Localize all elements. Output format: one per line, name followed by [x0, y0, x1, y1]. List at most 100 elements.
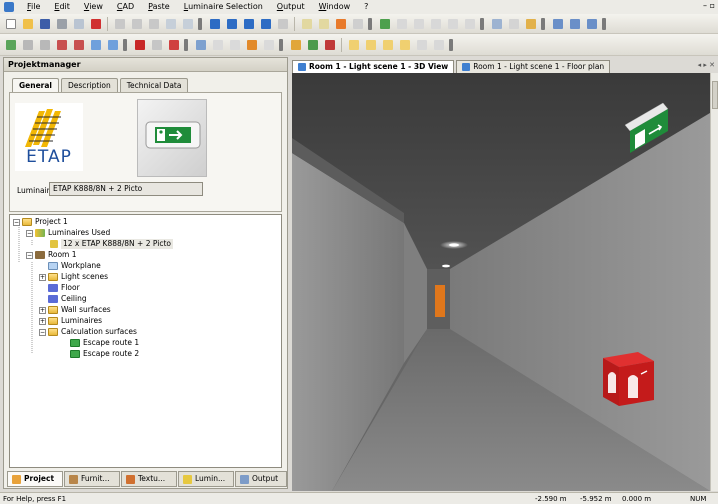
toolbar-grip[interactable]: [279, 38, 283, 51]
magnet-icon[interactable]: [132, 37, 147, 52]
pan-icon[interactable]: [462, 16, 477, 31]
surface-5-icon[interactable]: [414, 37, 429, 52]
tab-project[interactable]: Project: [7, 471, 63, 487]
tab-general[interactable]: General: [12, 78, 59, 92]
expand-icon[interactable]: +: [39, 306, 46, 314]
calc-start-icon[interactable]: [333, 16, 348, 31]
ruler-icon[interactable]: [394, 16, 409, 31]
view-top-icon[interactable]: [71, 37, 86, 52]
view-tab-navigation[interactable]: ◂ ▸ ✕: [698, 61, 715, 69]
tree-item-room[interactable]: − Room 1: [26, 250, 77, 260]
tree-item-luminaires[interactable]: + Luminaires: [39, 316, 102, 326]
import-dwg-icon[interactable]: [275, 16, 290, 31]
open-folder-icon[interactable]: [20, 16, 35, 31]
guide-icon[interactable]: [377, 16, 392, 31]
surface-4-icon[interactable]: [397, 37, 412, 52]
expand-icon[interactable]: +: [39, 317, 46, 325]
undo-icon[interactable]: [163, 16, 178, 31]
paint-icon[interactable]: [288, 37, 303, 52]
menu-view[interactable]: View: [77, 0, 110, 14]
toolbar-grip[interactable]: [602, 17, 606, 30]
tree-item-light-scenes[interactable]: + Light scenes: [39, 272, 108, 282]
view-scrollbar[interactable]: [710, 73, 718, 491]
snap-icon[interactable]: [149, 37, 164, 52]
tree-item-ceiling[interactable]: Ceiling: [48, 294, 87, 304]
menu-window[interactable]: Window: [312, 0, 358, 14]
redo-icon[interactable]: [180, 16, 195, 31]
pdf-icon[interactable]: [88, 16, 103, 31]
menu-paste[interactable]: Paste: [141, 0, 177, 14]
room-icon[interactable]: [207, 16, 222, 31]
collapse-icon[interactable]: −: [26, 251, 33, 259]
fly-icon[interactable]: [261, 37, 276, 52]
menu-edit[interactable]: Edit: [47, 0, 77, 14]
print-preview-icon[interactable]: [71, 16, 86, 31]
zoom-window-icon[interactable]: [411, 16, 426, 31]
collapse-icon[interactable]: −: [39, 328, 46, 336]
surface-2-icon[interactable]: [363, 37, 378, 52]
pencil-icon[interactable]: [523, 16, 538, 31]
tree-item-escape-route-2[interactable]: Escape route 2: [70, 349, 139, 359]
copy-icon[interactable]: [129, 16, 144, 31]
window-minimize-icon[interactable]: – ▫: [703, 1, 715, 10]
tree-item-calculation-surfaces[interactable]: − Calculation surfaces: [39, 327, 137, 337]
brush-icon[interactable]: [305, 37, 320, 52]
tree-item-wall-surfaces[interactable]: + Wall surfaces: [39, 305, 111, 315]
tree-item-floor[interactable]: Floor: [48, 283, 80, 293]
toolbar-grip[interactable]: [198, 17, 202, 30]
exterior-icon[interactable]: [241, 16, 256, 31]
save-icon[interactable]: [37, 16, 52, 31]
toolbar-grip[interactable]: [541, 17, 545, 30]
grid-icon[interactable]: [489, 16, 504, 31]
tree-item-escape-route-1[interactable]: Escape route 1: [70, 338, 139, 348]
tree-item-luminaires-used[interactable]: − Luminaires Used: [26, 228, 110, 238]
l-room-icon[interactable]: [224, 16, 239, 31]
zoom-in-icon[interactable]: [428, 16, 443, 31]
triangle-icon[interactable]: [322, 37, 337, 52]
menu-luminaire-selection[interactable]: Luminaire Selection: [177, 0, 270, 14]
menu-cad[interactable]: CAD: [110, 0, 141, 14]
app-icon[interactable]: [4, 2, 14, 12]
luminaire-field-icon[interactable]: [316, 16, 331, 31]
scrollbar-thumb[interactable]: [712, 81, 718, 109]
3d-view-canvas[interactable]: [292, 73, 710, 491]
tab-luminaires[interactable]: Lumin...: [178, 471, 234, 487]
street-icon[interactable]: [258, 16, 273, 31]
surface-1-icon[interactable]: [346, 37, 361, 52]
collapse-icon[interactable]: −: [13, 218, 20, 226]
luminaire-field[interactable]: ETAP K888/8N + 2 Picto: [49, 182, 203, 196]
tab-3d-view[interactable]: Room 1 - Light scene 1 - 3D View: [292, 60, 455, 73]
tab-floor-plan[interactable]: Room 1 - Light scene 1 - Floor plan: [456, 60, 611, 73]
render-icon[interactable]: [166, 37, 181, 52]
surface-3-icon[interactable]: [380, 37, 395, 52]
view-3d-icon[interactable]: [54, 37, 69, 52]
menu-file[interactable]: File: [20, 0, 47, 14]
walk-icon[interactable]: [244, 37, 259, 52]
new-document-icon[interactable]: [3, 16, 18, 31]
tile-windows-icon[interactable]: [550, 16, 565, 31]
menu-help[interactable]: ?: [357, 0, 375, 14]
toolbar-grip[interactable]: [184, 38, 188, 51]
columns-icon[interactable]: [584, 16, 599, 31]
arrow-icon[interactable]: [37, 37, 52, 52]
help-cursor-icon[interactable]: [506, 16, 521, 31]
tab-technical-data[interactable]: Technical Data: [119, 78, 189, 92]
toolbar-grip[interactable]: [368, 17, 372, 30]
cut-icon[interactable]: [112, 16, 127, 31]
camera-icon[interactable]: [193, 37, 208, 52]
project-tree[interactable]: − Project 1 − Luminaires Used 12 x ETAP …: [9, 214, 282, 468]
toolbar-grip[interactable]: [123, 38, 127, 51]
toolbar-grip[interactable]: [449, 38, 453, 51]
list-icon[interactable]: [567, 16, 582, 31]
view-side-icon[interactable]: [105, 37, 120, 52]
collapse-icon[interactable]: −: [26, 229, 33, 237]
search-icon[interactable]: [210, 37, 225, 52]
calc-stop-icon[interactable]: [350, 16, 365, 31]
print-icon[interactable]: [54, 16, 69, 31]
zoom-out-icon[interactable]: [445, 16, 460, 31]
orbit-icon[interactable]: [227, 37, 242, 52]
view-front-icon[interactable]: [88, 37, 103, 52]
luminaire-insert-icon[interactable]: [299, 16, 314, 31]
menu-output[interactable]: Output: [270, 0, 312, 14]
paste-icon[interactable]: [146, 16, 161, 31]
